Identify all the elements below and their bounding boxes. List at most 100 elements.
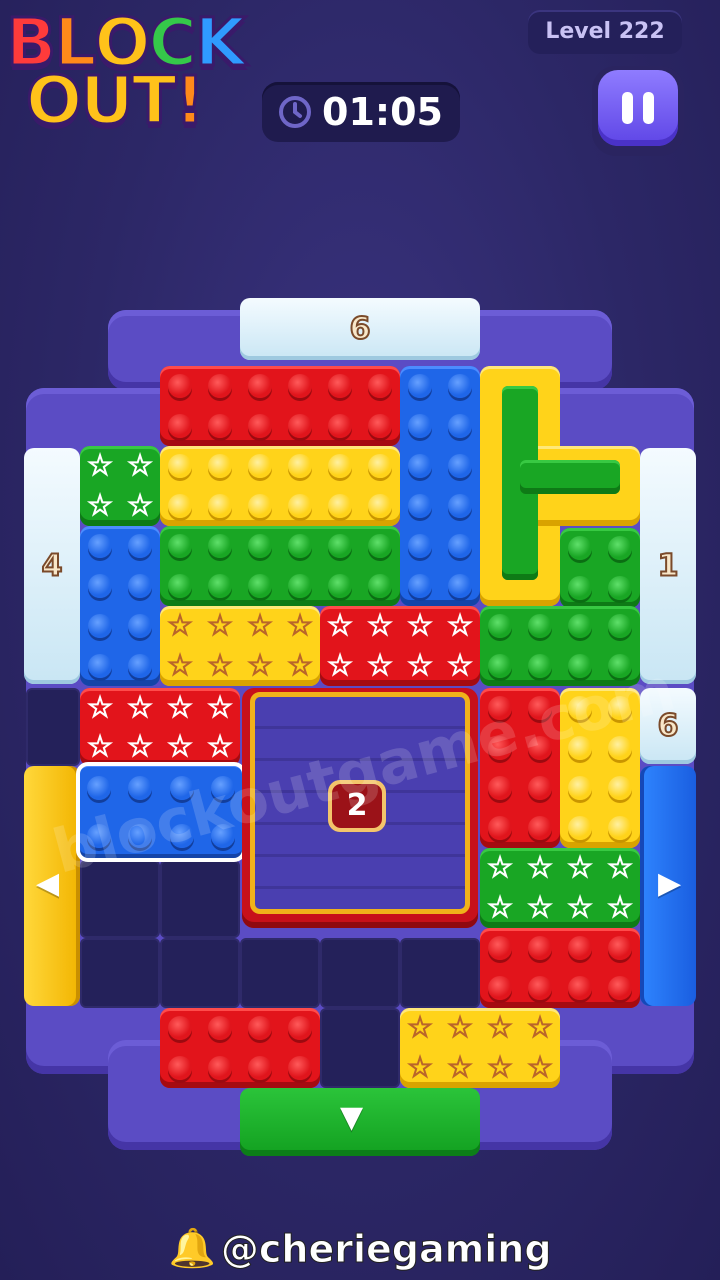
stud [86,776,111,800]
star-icon: ★ [607,853,632,883]
green-star-block[interactable]: ★ ★ ★ ★ ★ ★ ★ ★ [480,848,640,928]
star-icon: ★ [487,893,512,923]
stud [248,1016,272,1040]
stud [208,534,232,558]
star-icon: ★ [527,1053,552,1083]
stud [328,494,352,518]
stud-grid [400,366,480,606]
stud [208,1016,232,1040]
arrow-down-icon: ▼ [340,1100,364,1135]
star-icon: ★ [287,651,312,681]
stud [248,534,272,558]
star-icon: ★ [127,731,152,762]
star-icon: ★ [127,451,152,481]
arrow-left-icon: ◀ [36,866,60,901]
stud-grid [160,1008,320,1088]
red-star-block[interactable]: ★ ★ ★ ★ ★ ★ ★ ★ [80,688,240,766]
green-star-block[interactable]: ★ ★ ★ ★ [80,446,160,526]
bell-icon: 🔔 [168,1226,216,1270]
red-block[interactable] [160,1008,320,1088]
exit-gate-right-blue: ▶ [640,766,696,1006]
star-icon: ★ [167,731,192,762]
yellow-star-block[interactable]: ★ ★ ★ ★ ★ ★ ★ ★ [400,1008,560,1088]
stud [248,494,272,518]
stud [128,574,152,598]
stud [328,454,352,478]
red-block[interactable] [480,928,640,1008]
empty-cell [240,938,320,1008]
star-icon: ★ [87,451,112,481]
stud [568,936,592,960]
empty-cell [400,938,480,1008]
stud-grid [160,526,400,606]
stud [328,414,352,438]
star-icon: ★ [127,491,152,521]
stud [88,574,112,598]
footer-credit: 🔔 @cheriegaming [0,1226,720,1280]
stud [128,534,152,558]
star-icon: ★ [447,611,472,641]
exit-gate-bottom-green: ▼ [240,1088,480,1156]
stud [288,454,312,478]
red-star-block[interactable]: ★ ★ ★ ★ ★ ★ ★ ★ [320,606,480,686]
star-icon: ★ [367,611,392,641]
stud [288,1016,312,1040]
stud-grid: ★ ★ ★ ★ ★ ★ ★ ★ [160,606,320,686]
red-block[interactable] [160,366,400,446]
arrow-right-icon: ▶ [658,866,682,901]
stud [568,816,592,840]
stud [408,494,432,518]
star-icon: ★ [247,611,272,641]
yellow-block[interactable] [160,446,400,526]
stud [288,1056,312,1080]
stud-grid [160,366,400,446]
star-icon: ★ [407,611,432,641]
stud [288,534,312,558]
stud [608,536,632,560]
stud-grid [80,526,160,686]
stud [328,374,352,398]
stud [88,534,112,558]
stud-grid: ★ ★ ★ ★ ★ ★ ★ ★ [80,688,240,766]
stud [168,534,192,558]
star-icon: ★ [407,1013,432,1043]
yellow-star-block[interactable]: ★ ★ ★ ★ ★ ★ ★ ★ [160,606,320,686]
star-icon: ★ [527,893,552,923]
star-icon: ★ [487,1013,512,1043]
stud [488,654,512,678]
exit-gate-top: 6 [240,298,480,360]
star-icon: ★ [407,1053,432,1083]
stud [448,374,472,398]
stud [488,816,512,840]
game-board: 6 4 1 6 ◀ ▶ ▼ ★ ★ ★ ★ ★ ★ ★ ★ ★ ★ ★ ★ ★ … [0,0,720,1280]
blue-block[interactable] [400,366,480,606]
stud-grid [160,446,400,526]
stud [208,574,232,598]
green-l-block[interactable] [560,528,640,608]
stud [608,936,632,960]
stud [248,374,272,398]
stud [488,776,512,800]
stud [368,494,392,518]
green-block[interactable] [160,526,400,606]
empty-cell [26,688,80,766]
stud-grid [560,528,640,608]
stud [608,976,632,1000]
empty-cell [320,938,400,1008]
stud [568,576,592,600]
exit-gate-right-upper: 1 [640,448,696,684]
star-icon: ★ [447,1013,472,1043]
stud [168,414,192,438]
stud [368,534,392,558]
gate-counter: 4 [41,548,64,585]
stud [88,614,112,638]
star-icon: ★ [447,651,472,681]
stud [448,494,472,518]
green-t-inset-arm [520,460,620,494]
blue-block[interactable] [80,526,160,686]
stud [608,816,632,840]
stud [248,574,272,598]
star-icon: ★ [327,611,352,641]
star-icon: ★ [207,731,232,762]
stud [328,574,352,598]
